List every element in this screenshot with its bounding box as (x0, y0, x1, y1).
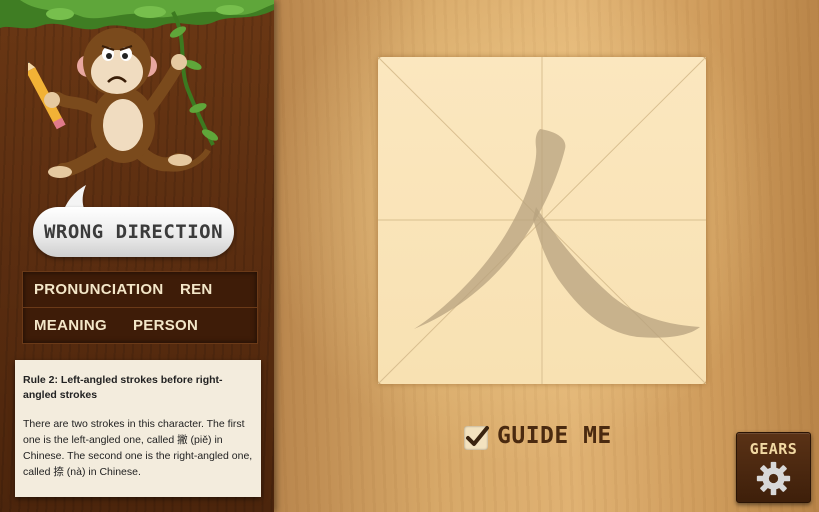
feedback-message: WRONG DIRECTION (43, 221, 224, 243)
character-practice-board[interactable] (378, 57, 706, 384)
checkmark-icon (466, 426, 489, 446)
character-info-table: PRONUNCIATION REN MEANING PERSON (22, 271, 258, 344)
gear-icon (756, 461, 791, 496)
ren-character-strokes-icon (414, 129, 700, 338)
gears-label: GEARS (749, 440, 798, 458)
meaning-row: MEANING PERSON (23, 308, 257, 343)
pronunciation-label: PRONUNCIATION (34, 281, 164, 298)
pronunciation-row: PRONUNCIATION REN (23, 272, 257, 308)
feedback-bubble: WRONG DIRECTION (33, 207, 234, 257)
guide-me-label[interactable]: GUIDE ME (497, 423, 612, 449)
guide-me-checkbox[interactable] (464, 426, 489, 450)
rule-description: There are two strokes in this character.… (23, 418, 253, 478)
monkey-mascot-icon (28, 11, 219, 178)
rule-card: Rule 2: Left-angled strokes before right… (15, 360, 261, 497)
pronunciation-value: REN (180, 281, 213, 298)
side-panel: WRONG DIRECTION PRONUNCIATION REN MEANIN… (0, 0, 274, 512)
meaning-value: PERSON (133, 317, 199, 334)
meaning-label: MEANING (34, 317, 107, 334)
gears-settings-button[interactable]: GEARS (736, 432, 811, 503)
rule-title: Rule 2: Left-angled strokes before right… (23, 374, 223, 401)
